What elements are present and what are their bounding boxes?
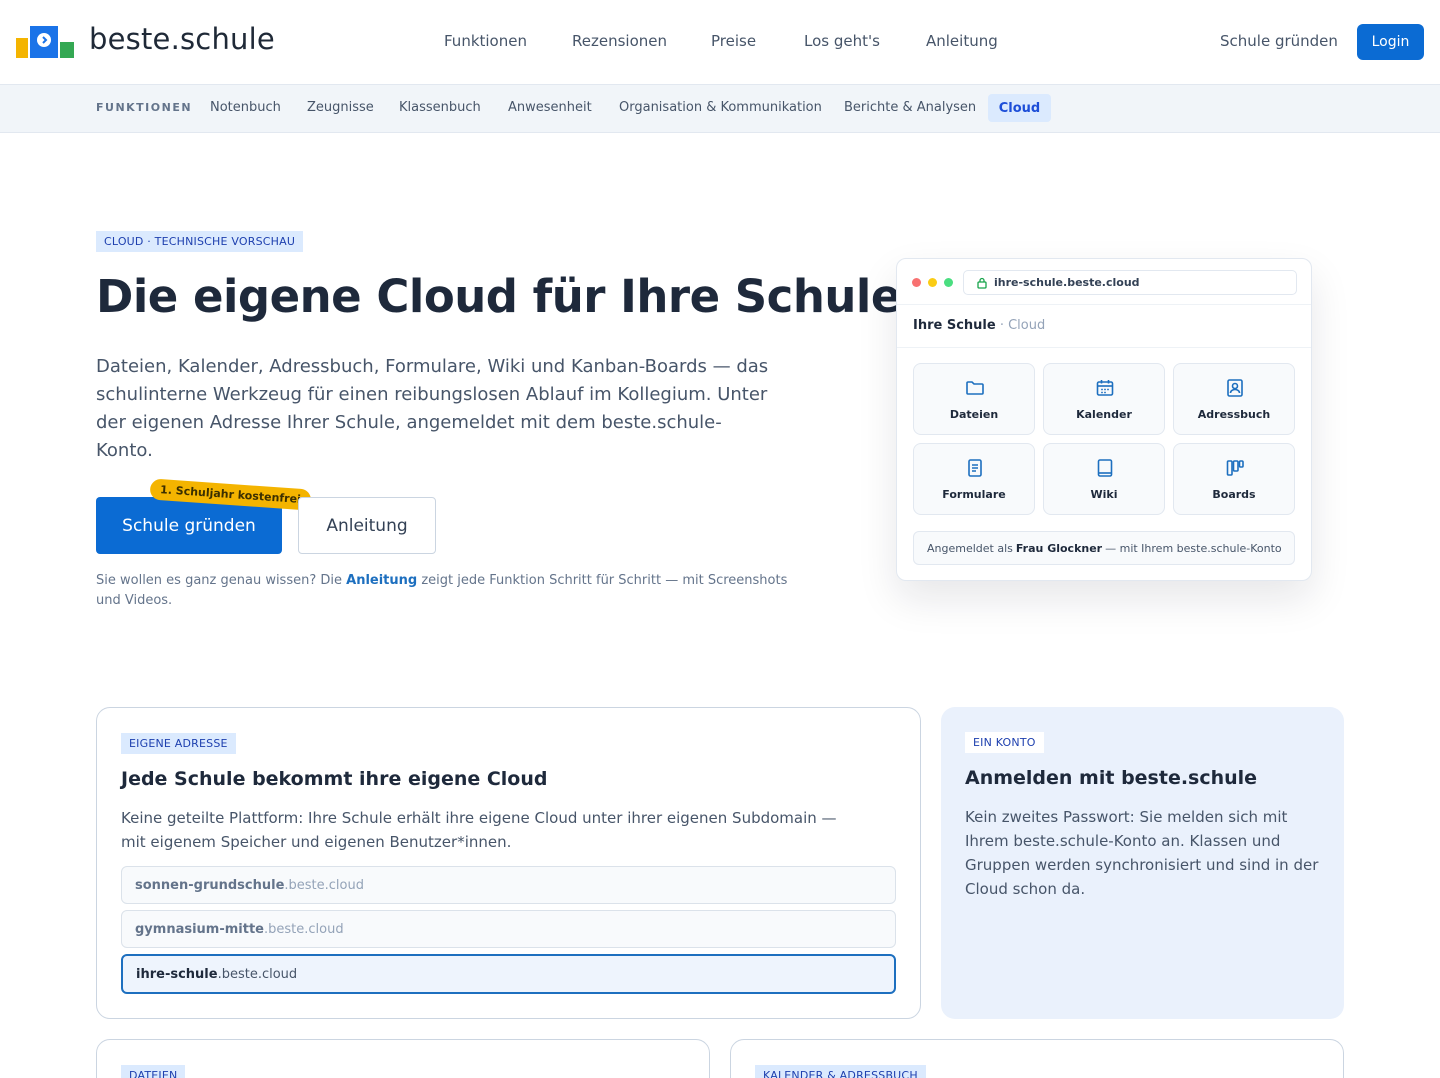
tile-dateien[interactable]: Dateien — [913, 363, 1035, 435]
contact-book-icon — [1227, 379, 1243, 397]
domain-suffix: .beste.cloud — [284, 877, 364, 893]
signed-in-status: Angemeldet als Frau Glockner — mit Ihrem b… — [913, 531, 1295, 565]
subnav-item-anwesenheit[interactable]: Anwesenheit — [508, 100, 592, 115]
card-tag: KALENDER & ADRESSBUCH — [755, 1065, 926, 1078]
mock-school-subtitle: · Cloud — [995, 318, 1046, 333]
guide-link[interactable]: Anleitung — [346, 573, 417, 588]
url-bar: ihre-schule.beste.cloud — [963, 270, 1297, 295]
domain-suffix: .beste.cloud — [264, 921, 344, 937]
card-text: Keine geteilte Plattform: Ihre Schule er… — [121, 809, 837, 851]
domain-example: sonnen-grundschule .beste.cloud — [121, 866, 896, 904]
tile-kalender[interactable]: Kalender — [1043, 363, 1165, 435]
hero-tag: CLOUD · TECHNISCHE VORSCHAU — [96, 231, 304, 252]
tile-formulare[interactable]: Formulare — [913, 443, 1035, 515]
mock-school-title: Ihre Schule · Cloud — [913, 318, 1045, 333]
feature-subnav: FUNKTIONEN Notenbuch Zeugnisse Klassenbu… — [0, 84, 1440, 133]
tile-label: Kalender — [1076, 408, 1132, 421]
site-header: beste.schule Funktionen Rezensionen Prei… — [0, 0, 1440, 84]
nav-los-gehts[interactable]: Los geht's — [804, 32, 880, 50]
url-text: ihre-schule.beste.cloud — [994, 276, 1140, 289]
nav-anleitung[interactable]: Anleitung — [926, 32, 998, 50]
tile-adressbuch[interactable]: Adressbuch — [1173, 363, 1295, 435]
subnav-item-klassenbuch[interactable]: Klassenbuch — [399, 100, 481, 115]
subnav-item-notenbuch[interactable]: Notenbuch — [210, 100, 281, 115]
book-icon — [1097, 459, 1113, 477]
subnav-item-zeugnisse[interactable]: Zeugnisse — [307, 100, 374, 115]
domain-sub: ihre-schule — [136, 966, 218, 982]
tile-label: Formulare — [942, 488, 1006, 501]
tile-boards[interactable]: Boards — [1173, 443, 1295, 515]
card-own-address: EIGENE ADRESSE Jede Schule bekommt ihre … — [96, 707, 921, 1019]
card-calendar-addressbook: KALENDER & ADRESSBUCH — [730, 1039, 1344, 1078]
signed-in-account: — mit Ihrem beste.schule-Konto — [1105, 541, 1282, 555]
subnav-label: FUNKTIONEN — [96, 101, 193, 114]
login-button[interactable]: Login — [1357, 24, 1424, 60]
domain-sub: sonnen-grundschule — [135, 877, 285, 893]
browser-bar: ihre-schule.beste.cloud — [897, 259, 1311, 305]
card-title: Jede Schule bekommt ihre eigene Cloud — [121, 768, 548, 790]
brand-name: beste.schule — [89, 22, 275, 56]
signed-in-label: Angemeldet als — [927, 541, 1013, 555]
divider — [897, 347, 1311, 348]
card-one-account: EIN KONTO Anmelden mit beste.schule Kein… — [941, 707, 1344, 1019]
card-title: Anmelden mit beste.schule — [965, 767, 1258, 789]
window-close-dot — [912, 278, 921, 287]
cloud-preview-window: ihre-schule.beste.cloud Ihre Schule · Cl… — [896, 258, 1312, 581]
domain-sub: gymnasium-mitte — [135, 921, 264, 937]
card-tag: EIGENE ADRESSE — [121, 733, 236, 754]
brand-logo[interactable]: beste.schule — [16, 22, 275, 60]
tile-label: Boards — [1212, 488, 1256, 501]
nav-funktionen[interactable]: Funktionen — [444, 32, 527, 50]
mock-school-name: Ihre Schule — [913, 318, 996, 333]
card-files: DATEIEN — [96, 1039, 710, 1078]
signed-in-user: Frau Glockner — [1015, 541, 1103, 555]
card-tag: DATEIEN — [121, 1065, 186, 1078]
logo-icon — [16, 24, 74, 60]
guide-button[interactable]: Anleitung — [298, 497, 436, 554]
subnav-item-berichte[interactable]: Berichte & Analysen — [844, 100, 976, 115]
nav-rezensionen[interactable]: Rezensionen — [572, 32, 667, 50]
hero-description: Dateien, Kalender, Adressbuch, Formulare… — [96, 356, 769, 461]
hero-note-text-before: Sie wollen es ganz genau wissen? Die — [96, 573, 347, 588]
tile-wiki[interactable]: Wiki — [1043, 443, 1165, 515]
tile-label: Wiki — [1090, 488, 1118, 501]
kanban-icon — [1226, 460, 1244, 476]
subnav-item-cloud[interactable]: Cloud — [988, 94, 1051, 122]
domain-example: gymnasium-mitte .beste.cloud — [121, 910, 896, 948]
lock-icon — [977, 277, 987, 289]
window-maximize-dot — [944, 278, 953, 287]
domain-suffix: .beste.cloud — [217, 966, 298, 982]
folder-icon — [966, 381, 984, 395]
card-text: Kein zweites Passwort: Sie melden sich m… — [965, 808, 1319, 898]
document-icon — [968, 459, 982, 477]
subnav-item-organisation[interactable]: Organisation & Kommunikation — [619, 100, 822, 115]
calendar-icon — [1096, 380, 1114, 396]
tile-label: Dateien — [949, 408, 999, 421]
nav-preise[interactable]: Preise — [711, 32, 756, 50]
header-found-school-link[interactable]: Schule gründen — [1220, 32, 1338, 50]
window-minimize-dot — [928, 278, 937, 287]
card-tag: EIN KONTO — [965, 732, 1044, 753]
hero-note: Sie wollen es ganz genau wissen? Die Anl… — [96, 571, 816, 611]
page-title: Die eigene Cloud für Ihre Schule — [96, 270, 901, 323]
domain-example-selected: ihre-schule .beste.cloud — [121, 954, 896, 994]
tile-label: Adressbuch — [1197, 408, 1271, 421]
